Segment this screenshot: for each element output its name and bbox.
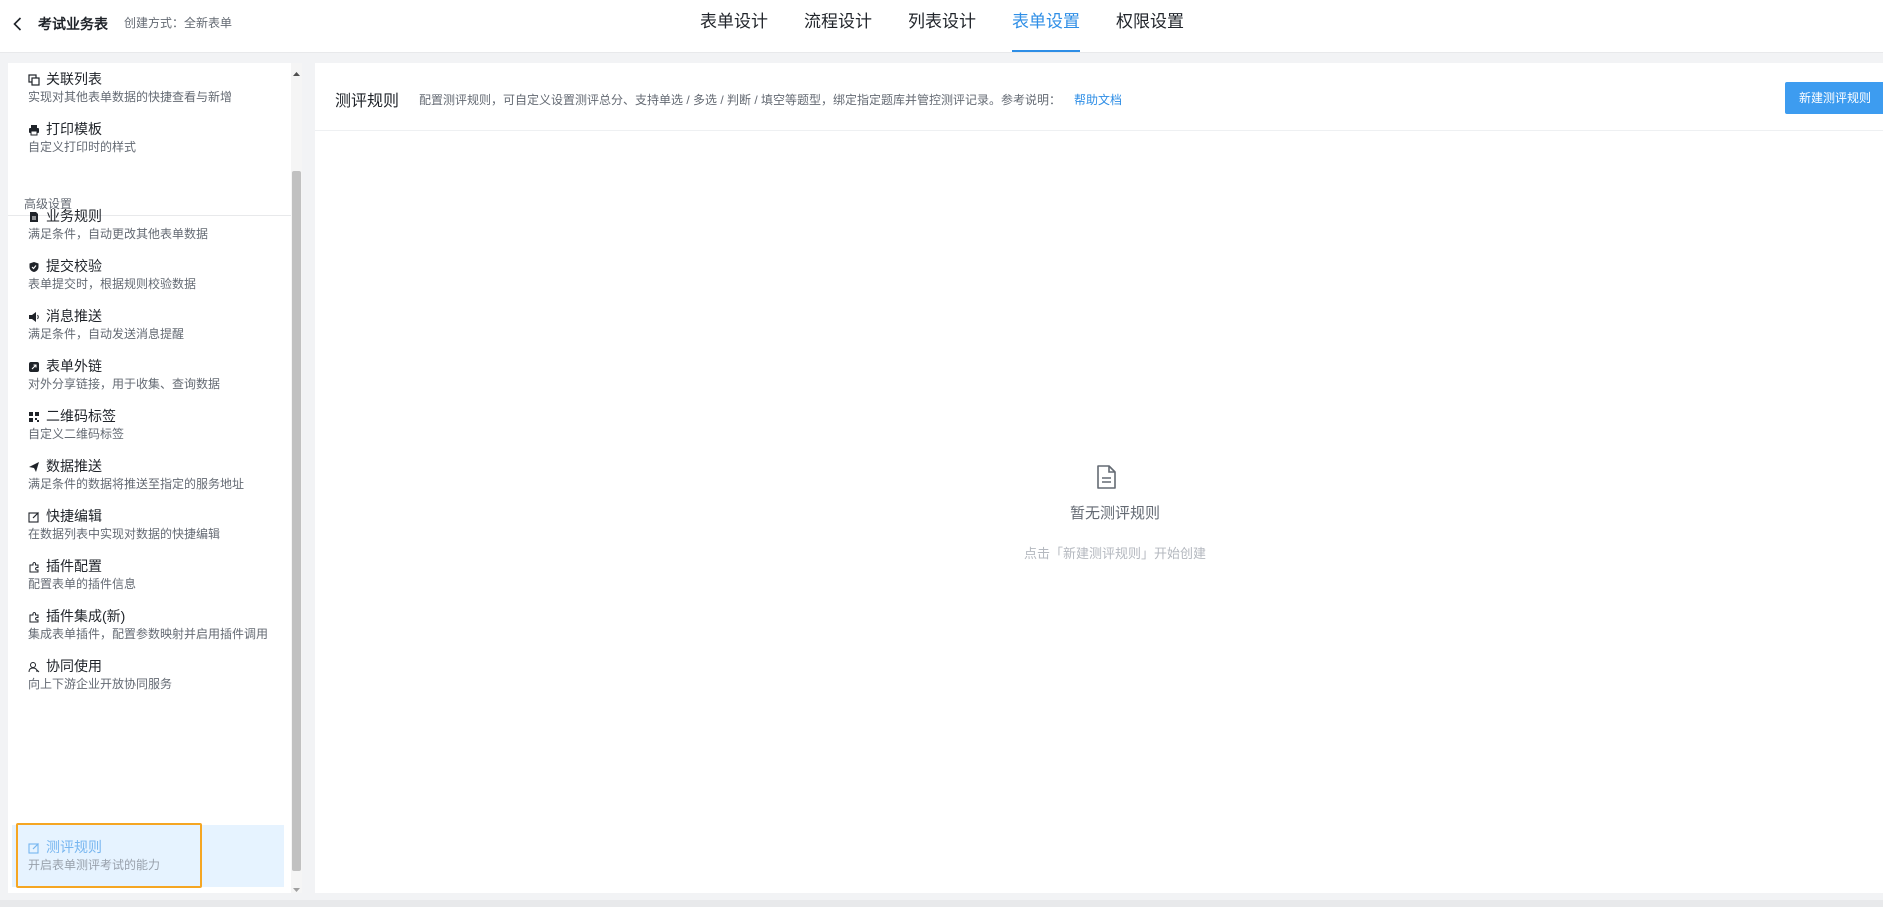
sidebar-item-print-template[interactable]: 打印模板 自定义打印时的样式 (8, 107, 291, 163)
sidebar-item-desc: 满足条件的数据将推送至指定的服务地址 (28, 477, 245, 491)
sidebar-item-title: 提交校验 (46, 258, 102, 274)
design-tabs: 表单设计 流程设计 列表设计 表单设置 权限设置 (700, 0, 1220, 53)
sidebar-item-desc: 表单提交时，根据规则校验数据 (28, 277, 197, 291)
sidebar-item-desc: 向上下游企业开放协同服务 (28, 677, 173, 691)
main-panel: 测评规则 配置测评规则，可自定义设置测评总分、支持单选 / 多选 / 判断 / … (315, 63, 1883, 893)
speaker-icon (28, 310, 40, 322)
sidebar-item-title: 消息推送 (46, 308, 102, 324)
plugin-icon (28, 610, 40, 623)
sidebar-item-title: 测评规则 (46, 839, 102, 855)
edit-icon (28, 841, 40, 854)
top-bar: 考试业务表 创建方式：全新表单 表单设计 流程设计 列表设计 表单设置 权限设置 (0, 0, 1883, 53)
sidebar-item-plugin-config[interactable]: 插件配置 配置表单的插件信息 (8, 544, 291, 600)
sidebar-item-desc: 自定义二维码标签 (28, 427, 125, 441)
create-mode-label: 创建方式：全新表单 (124, 16, 233, 30)
chevron-left-icon[interactable] (8, 14, 28, 34)
sidebar-item-desc: 满足条件，自动发送消息提醒 (28, 327, 185, 341)
sidebar-item-desc: 满足条件，自动更改其他表单数据 (28, 227, 209, 241)
sidebar-item-title: 协同使用 (46, 658, 102, 674)
sidebar-item-evaluation-rules[interactable]: 测评规则 开启表单测评考试的能力 (12, 825, 284, 887)
tab-list-design[interactable]: 列表设计 (908, 0, 976, 53)
help-doc-link[interactable]: 帮助文档 (1074, 91, 1122, 108)
sidebar-item-title: 业务规则 (46, 208, 102, 224)
qrcode-icon (28, 410, 40, 422)
sidebar-item-desc: 对外分享链接，用于收集、查询数据 (28, 377, 221, 391)
sidebar-item-linked-list[interactable]: 关联列表 实现对其他表单数据的快捷查看与新增 (8, 63, 291, 113)
scroll-down-arrow-icon[interactable] (292, 881, 301, 892)
sidebar-item-desc: 在数据列表中实现对数据的快捷编辑 (28, 527, 221, 541)
external-link-icon (28, 360, 40, 372)
sidebar-item-title: 快捷编辑 (46, 508, 102, 524)
sidebar-item-plugin-integration[interactable]: 插件集成(新) 集成表单插件，配置参数映射并启用插件调用 (8, 594, 291, 650)
sidebar-item-desc: 开启表单测评考试的能力 (28, 858, 161, 872)
settings-sidebar: 关联列表 实现对其他表单数据的快捷查看与新增 打印模板 自定义打印时的样式 高级… (8, 63, 302, 893)
sidebar-item-title: 数据推送 (46, 458, 102, 474)
empty-state-title: 暂无测评规则 (1069, 505, 1160, 522)
app-title: 考试业务表 (38, 16, 108, 32)
scroll-up-arrow-icon[interactable] (292, 65, 301, 76)
sidebar-item-title: 关联列表 (46, 71, 102, 87)
page-description: 配置测评规则，可自定义设置测评总分、支持单选 / 多选 / 判断 / 填空等题型… (419, 93, 1062, 107)
sidebar-item-form-external-link[interactable]: 表单外链 对外分享链接，用于收集、查询数据 (8, 344, 291, 400)
empty-state: 暂无测评规则 点击「新建测评规则」开始创建 (315, 63, 1883, 893)
sidebar-scrollbar[interactable] (291, 63, 302, 893)
sidebar-item-title: 打印模板 (46, 121, 102, 137)
scrollbar-thumb[interactable] (292, 171, 301, 871)
empty-document-icon (1095, 465, 1117, 489)
printer-icon (28, 123, 40, 136)
sidebar-item-data-push[interactable]: 数据推送 满足条件的数据将推送至指定的服务地址 (8, 444, 291, 500)
tab-flow-design[interactable]: 流程设计 (804, 0, 872, 53)
collaboration-icon (28, 660, 40, 673)
bottom-bar (0, 900, 1883, 907)
edit-icon (28, 510, 40, 523)
plugin-icon (28, 560, 40, 573)
document-icon (28, 210, 40, 222)
sidebar-item-collaboration[interactable]: 协同使用 向上下游企业开放协同服务 (8, 644, 291, 700)
tab-form-design[interactable]: 表单设计 (700, 0, 768, 53)
page-title: 测评规则 (335, 93, 400, 110)
sidebar-item-desc: 配置表单的插件信息 (28, 577, 137, 591)
sidebar-item-desc: 自定义打印时的样式 (28, 140, 137, 154)
shield-icon (28, 260, 40, 272)
tab-form-settings[interactable]: 表单设置 (1012, 0, 1080, 53)
send-icon (28, 460, 40, 472)
sidebar-item-submit-validation[interactable]: 提交校验 表单提交时，根据规则校验数据 (8, 244, 291, 300)
sidebar-item-desc: 集成表单插件，配置参数映射并启用插件调用 (28, 627, 269, 641)
sidebar-item-title: 二维码标签 (46, 408, 116, 424)
tab-permission-settings[interactable]: 权限设置 (1116, 0, 1184, 53)
sidebar-item-title: 插件集成(新) (46, 608, 126, 624)
sidebar-item-message-push[interactable]: 消息推送 满足条件，自动发送消息提醒 (8, 294, 291, 350)
sidebar-item-title: 表单外链 (46, 358, 102, 374)
sidebar-item-desc: 实现对其他表单数据的快捷查看与新增 (28, 90, 233, 104)
main-header: 测评规则 配置测评规则，可自定义设置测评总分、支持单选 / 多选 / 判断 / … (315, 63, 1883, 131)
sidebar-item-qrcode-label[interactable]: 二维码标签 自定义二维码标签 (8, 394, 291, 450)
new-evaluation-rule-button[interactable]: 新建测评规则 (1785, 82, 1883, 114)
empty-state-hint: 点击「新建测评规则」开始创建 (1023, 546, 1206, 561)
sidebar-item-title: 插件配置 (46, 558, 102, 574)
linked-list-icon (28, 73, 40, 86)
sidebar-item-quick-edit[interactable]: 快捷编辑 在数据列表中实现对数据的快捷编辑 (8, 494, 291, 550)
sidebar-item-business-rules[interactable]: 业务规则 满足条件，自动更改其他表单数据 (8, 194, 291, 250)
